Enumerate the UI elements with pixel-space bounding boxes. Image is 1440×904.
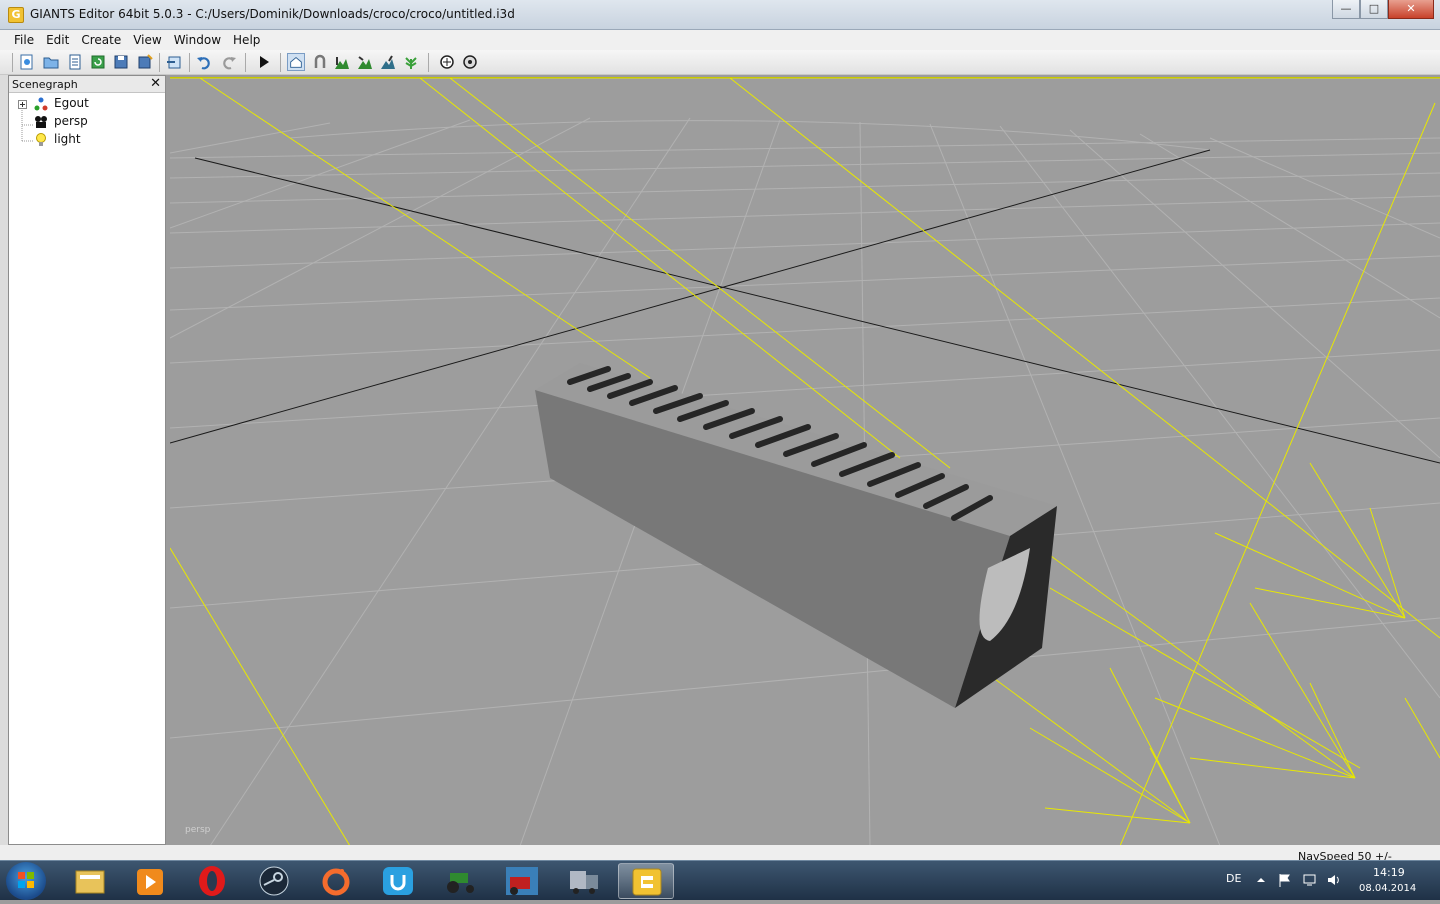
undo-icon[interactable] — [195, 53, 213, 71]
farming-simulator-tractor-icon[interactable] — [432, 863, 488, 899]
camera-icon — [35, 116, 47, 128]
import-icon[interactable] — [165, 53, 183, 71]
toolbar-separator — [245, 53, 246, 72]
tree-node-persp[interactable]: persp — [9, 113, 159, 131]
foliage-paint-icon[interactable] — [402, 53, 420, 71]
light-bulb-icon — [36, 133, 46, 146]
tree-node-label: persp — [54, 114, 88, 128]
scenegraph-header: Scenegraph ✕ — [9, 76, 165, 93]
giants-g-icon: G — [8, 7, 24, 23]
menu-create[interactable]: Create — [81, 33, 121, 47]
menu-bar: File Edit Create View Window Help — [0, 30, 1440, 50]
render-settings-icon[interactable] — [438, 53, 456, 71]
save-icon[interactable] — [112, 53, 130, 71]
toolbar — [0, 50, 1440, 75]
toolbar-separator — [428, 53, 429, 72]
minimize-button[interactable]: — — [1332, 0, 1360, 19]
tree-node-label: Egout — [54, 96, 89, 110]
toolbar-separator — [189, 53, 190, 72]
close-button[interactable]: ✕ — [1388, 0, 1434, 19]
terrain-sculpt-icon[interactable] — [333, 53, 351, 71]
scenegraph-title: Scenegraph — [12, 78, 78, 91]
new-icon[interactable] — [18, 53, 36, 71]
menu-help[interactable]: Help — [233, 33, 260, 47]
transform-group-icon — [34, 97, 48, 111]
terrain-paint-icon[interactable] — [356, 53, 374, 71]
clock-time[interactable]: 14:19 — [1373, 866, 1405, 879]
tree-node-egout[interactable]: Egout — [9, 95, 159, 113]
3d-viewport[interactable]: persp — [170, 77, 1440, 845]
file-explorer-icon[interactable] — [62, 863, 118, 899]
language-indicator[interactable]: DE — [1226, 872, 1241, 885]
euro-truck-simulator-icon[interactable] — [556, 863, 612, 899]
uplay-icon[interactable] — [370, 863, 426, 899]
camera-label: persp — [185, 825, 211, 835]
properties-icon[interactable] — [66, 53, 84, 71]
magnet-icon[interactable] — [311, 53, 329, 71]
menu-window[interactable]: Window — [174, 33, 221, 47]
scenegraph-panel: Scenegraph ✕ Egout persp light — [8, 75, 166, 845]
status-bar: NavSpeed 50 +/- — [0, 845, 1440, 863]
home-view-icon[interactable] — [287, 53, 305, 71]
tree-node-label: light — [54, 132, 81, 146]
toolbar-grip — [12, 53, 13, 72]
action-center-flag-icon[interactable] — [1278, 873, 1292, 887]
dock-strip — [0, 75, 8, 845]
scenegraph-close-button[interactable]: ✕ — [150, 76, 161, 91]
play-icon[interactable] — [255, 53, 273, 71]
window-title: GIANTS Editor 64bit 5.0.3 - C:/Users/Dom… — [30, 7, 515, 21]
media-player-icon[interactable] — [122, 863, 178, 899]
title-bar: G GIANTS Editor 64bit 5.0.3 - C:/Users/D… — [0, 0, 1440, 30]
save-as-icon[interactable] — [136, 53, 154, 71]
expand-icon[interactable] — [18, 100, 27, 109]
tray-expand-icon[interactable] — [1256, 875, 1266, 885]
farming-simulator-icon[interactable] — [494, 863, 550, 899]
tree-node-light[interactable]: light — [9, 131, 159, 149]
viewport-scene — [170, 78, 1440, 845]
giants-editor-icon[interactable] — [618, 863, 674, 899]
origin-icon[interactable] — [308, 863, 364, 899]
start-orb-icon[interactable] — [6, 862, 46, 900]
clock-date[interactable]: 08.04.2014 — [1359, 883, 1416, 894]
terrain-paint-alt-icon[interactable] — [379, 53, 397, 71]
menu-edit[interactable]: Edit — [46, 33, 69, 47]
volume-icon[interactable] — [1326, 873, 1342, 887]
menu-file[interactable]: File — [14, 33, 34, 47]
refresh-icon[interactable] — [89, 53, 107, 71]
render-preview-icon[interactable] — [461, 53, 479, 71]
menu-view[interactable]: View — [133, 33, 161, 47]
toolbar-separator — [159, 53, 160, 72]
maximize-button[interactable]: □ — [1360, 0, 1388, 19]
redo-icon[interactable] — [220, 53, 238, 71]
steam-icon[interactable] — [246, 863, 302, 899]
open-icon[interactable] — [42, 53, 60, 71]
network-icon[interactable] — [1302, 873, 1318, 887]
opera-icon[interactable] — [184, 863, 240, 899]
taskbar: DE 14:19 08.04.2014 — [0, 860, 1440, 900]
drain-channel-model — [535, 363, 1057, 708]
toolbar-separator — [280, 53, 281, 72]
